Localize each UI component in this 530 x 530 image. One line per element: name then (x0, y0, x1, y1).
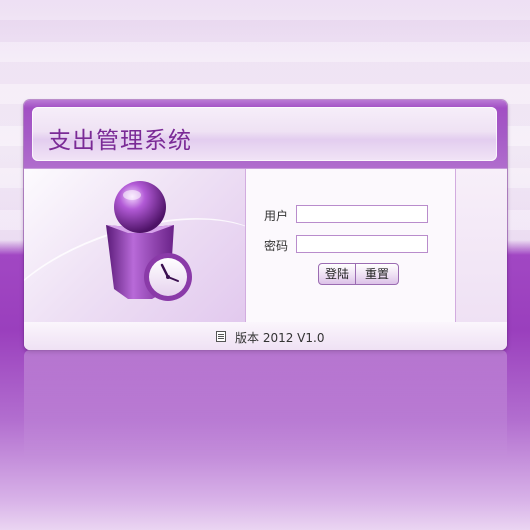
reset-button[interactable]: 重置 (355, 263, 399, 285)
version-label: 版本 2012 V1.0 (235, 331, 325, 345)
login-form: 用户 密码 登陆 重置 (246, 169, 455, 322)
side-pane (455, 169, 507, 322)
document-icon (216, 331, 226, 342)
panel-reflection (24, 350, 507, 460)
login-panel: 支出管理系统 用户 密码 登陆 重置 版本 2012 V1.0 (24, 100, 507, 350)
panel-footer: 版本 2012 V1.0 (24, 322, 507, 350)
password-input[interactable] (296, 235, 428, 253)
reflection-glow (24, 350, 507, 460)
user-clock-icon (106, 181, 192, 301)
password-label: 密码 (264, 239, 289, 253)
panel-header: 支出管理系统 (24, 100, 507, 168)
illustration-pane (24, 169, 246, 322)
panel-body: 用户 密码 登陆 重置 (24, 168, 507, 323)
login-button[interactable]: 登陆 (318, 263, 356, 285)
header-banner: 支出管理系统 (32, 107, 497, 161)
username-input[interactable] (296, 205, 428, 223)
username-label: 用户 (264, 209, 289, 223)
app-title: 支出管理系统 (48, 128, 192, 154)
